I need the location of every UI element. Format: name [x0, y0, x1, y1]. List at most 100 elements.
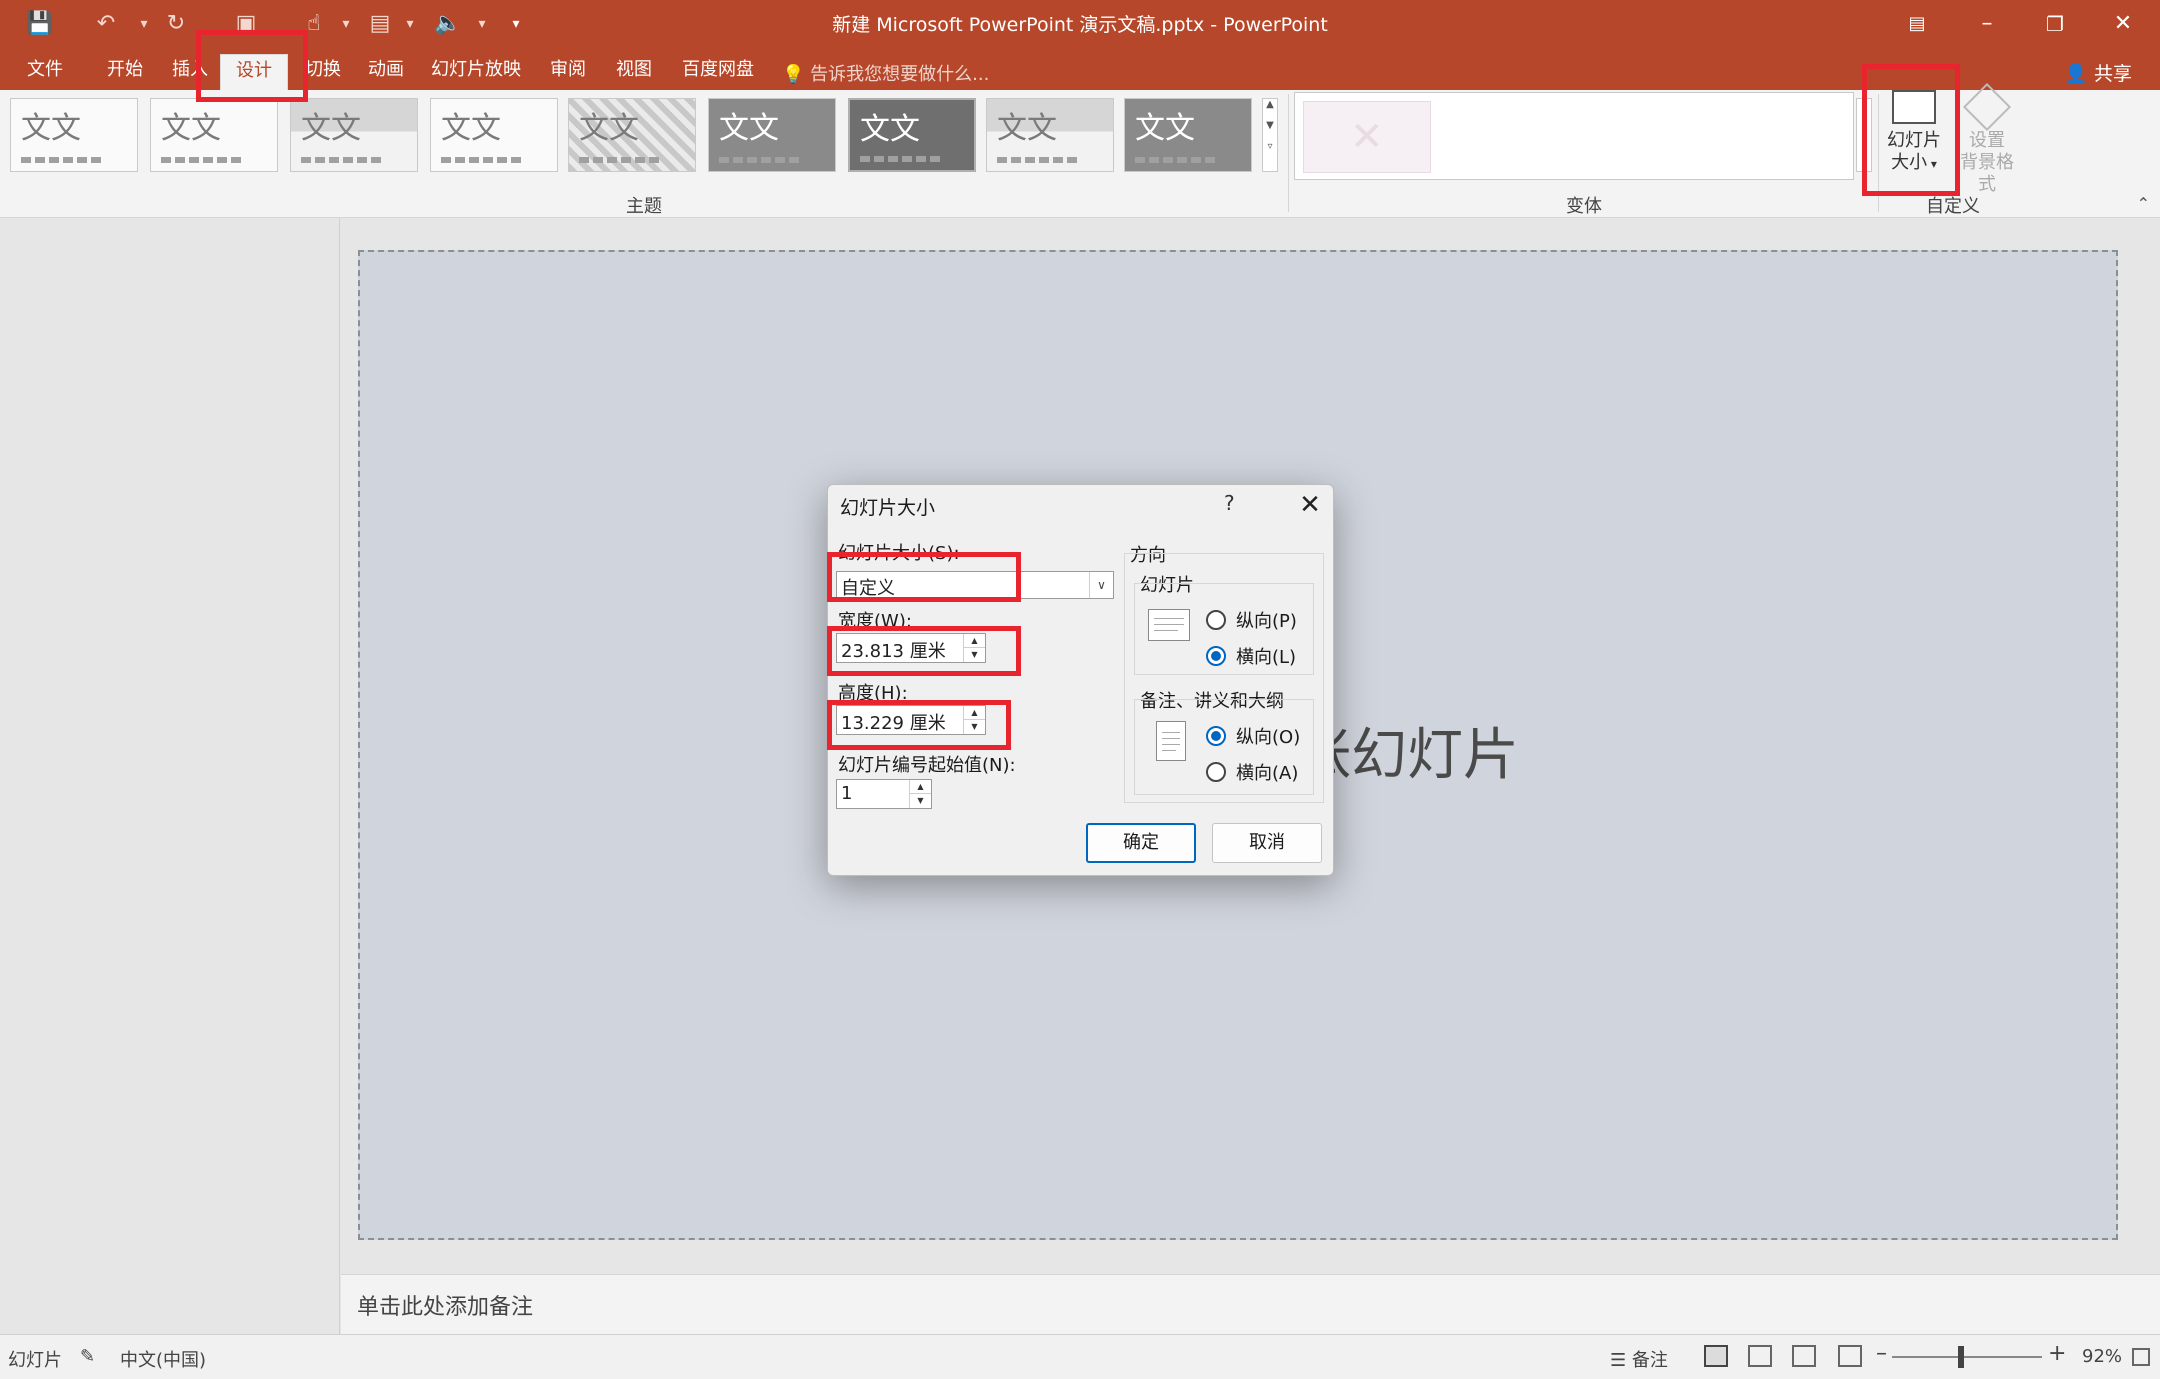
help-icon[interactable]: ?	[1224, 491, 1235, 515]
theme-thumb-bars	[997, 157, 1077, 163]
gallery-more-icon[interactable]: ▿	[1263, 141, 1277, 152]
theme-thumb-5[interactable]: 文文	[568, 98, 696, 172]
slideshow-view-icon[interactable]	[1838, 1345, 1862, 1367]
spinner-buttons: ▲ ▼	[909, 780, 931, 808]
tab-slideshow[interactable]: 幻灯片放映	[424, 54, 528, 90]
start-number-value: 1	[841, 783, 853, 804]
radio-button[interactable]	[1206, 610, 1226, 630]
theme-gallery-scroll[interactable]: ▲ ▼ ▿	[1262, 98, 1278, 172]
slides-portrait-radio[interactable]: 纵向(P)	[1206, 607, 1297, 633]
variants-gallery[interactable]: ✕	[1294, 92, 1854, 180]
tab-animations[interactable]: 动画	[358, 54, 414, 90]
start-number-spinner[interactable]: 1 ▲ ▼	[836, 779, 932, 809]
zoom-in-icon[interactable]: +	[2048, 1341, 2066, 1366]
zoom-level[interactable]: 92%	[2082, 1346, 2122, 1367]
page-line	[1162, 750, 1176, 751]
scroll-down-icon[interactable]: ▼	[1263, 120, 1277, 131]
close-window-icon[interactable]: ✕	[2090, 0, 2156, 48]
share-button[interactable]: 👤 共享	[2064, 59, 2132, 86]
theme-thumb-bars	[441, 157, 521, 163]
status-bar: 幻灯片 ✎ 中文(中国) ☰ 备注 – + 92%	[0, 1334, 2160, 1379]
zoom-slider-thumb[interactable]	[1958, 1346, 1964, 1368]
tab-review[interactable]: 审阅	[540, 54, 596, 90]
tab-baidu-netdisk[interactable]: 百度网盘	[672, 54, 764, 90]
notes-toggle[interactable]: ☰ 备注	[1610, 1346, 1668, 1372]
tab-file[interactable]: 文件	[14, 54, 76, 90]
collapse-ribbon-icon[interactable]: ⌃	[2137, 194, 2150, 213]
spin-up-icon[interactable]: ▲	[910, 780, 931, 794]
theme-thumb-bars	[21, 157, 101, 163]
tab-transitions[interactable]: 切换	[296, 54, 350, 90]
theme-thumb-office[interactable]: 文文	[10, 98, 138, 172]
minimize-icon[interactable]: –	[1954, 0, 2020, 48]
reading-view-icon[interactable]	[1792, 1345, 1816, 1367]
landscape-page-icon	[1148, 609, 1190, 641]
slides-landscape-label: 横向(L)	[1236, 647, 1297, 668]
theme-thumb-8[interactable]: 文文	[986, 98, 1114, 172]
notes-pane[interactable]: 单击此处添加备注	[341, 1274, 2160, 1334]
theme-thumb-4[interactable]: 文文	[430, 98, 558, 172]
language-indicator[interactable]: 中文(中国)	[120, 1346, 206, 1372]
notes-portrait-radio[interactable]: 纵向(O)	[1206, 723, 1300, 749]
theme-thumb-7[interactable]: 文文	[848, 98, 976, 172]
slide-size-button[interactable]: 幻灯片 大小 ▾	[1882, 90, 1946, 175]
share-label: 共享	[2093, 63, 2132, 85]
theme-thumb-2[interactable]: 文文	[150, 98, 278, 172]
spin-down-icon[interactable]: ▼	[964, 648, 985, 662]
page-line	[1162, 732, 1180, 733]
tab-design[interactable]: 设计	[220, 54, 288, 90]
spin-down-icon[interactable]: ▼	[910, 794, 931, 808]
close-icon[interactable]: ✕	[1288, 485, 1332, 525]
placeholder-x-icon: ✕	[1350, 114, 1384, 160]
scroll-up-icon[interactable]: ▲	[1263, 99, 1277, 110]
theme-thumb-text: 文文	[860, 112, 920, 147]
spin-up-icon[interactable]: ▲	[964, 634, 985, 648]
theme-thumb-3[interactable]: 文文	[290, 98, 418, 172]
zoom-out-icon[interactable]: –	[1876, 1341, 1887, 1366]
fit-to-window-icon[interactable]	[2132, 1348, 2150, 1366]
slide-sorter-view-icon[interactable]	[1748, 1345, 1772, 1367]
theme-thumb-text: 文文	[161, 111, 221, 146]
spellcheck-icon[interactable]: ✎	[80, 1346, 95, 1367]
normal-view-icon[interactable]	[1704, 1345, 1728, 1367]
slide-size-dialog: 幻灯片大小 ? ✕ 幻灯片大小(S): 自定义 ∨ 宽度(W): 23.813 …	[827, 484, 1334, 876]
width-spinner[interactable]: 23.813 厘米 ▲ ▼	[836, 633, 986, 663]
variants-gallery-scroll[interactable]	[1856, 98, 1872, 172]
paint-bucket-icon	[1962, 82, 2012, 132]
restore-icon[interactable]: ❐	[2022, 0, 2088, 48]
theme-thumb-text: 文文	[579, 111, 639, 146]
zoom-slider-track[interactable]	[1892, 1356, 2042, 1358]
tab-view[interactable]: 视图	[606, 54, 662, 90]
radio-button[interactable]	[1206, 762, 1226, 782]
radio-button-selected[interactable]	[1206, 646, 1226, 666]
slide-size-select[interactable]: 自定义 ∨	[836, 571, 1114, 599]
tab-home[interactable]: 开始	[96, 54, 154, 90]
page-line	[1162, 738, 1180, 739]
ribbon-separator	[1288, 94, 1289, 212]
start-number-label: 幻灯片编号起始值(N):	[838, 755, 1016, 776]
spin-down-icon[interactable]: ▼	[964, 720, 985, 734]
theme-thumb-9[interactable]: 文文	[1124, 98, 1252, 172]
width-label: 宽度(W):	[838, 611, 912, 632]
ribbon-display-options-icon[interactable]: ▤	[1884, 0, 1950, 48]
chevron-down-icon[interactable]: ∨	[1089, 572, 1113, 598]
format-background-button[interactable]: 设置 背景格式	[1952, 82, 2022, 196]
theme-thumb-text: 文文	[21, 111, 81, 146]
bg-format-label-1: 设置	[1969, 130, 2005, 151]
theme-thumb-6[interactable]: 文文	[708, 98, 836, 172]
height-spinner[interactable]: 13.229 厘米 ▲ ▼	[836, 705, 986, 735]
radio-button-selected[interactable]	[1206, 726, 1226, 746]
tab-insert[interactable]: 插入	[162, 54, 218, 90]
variant-thumb[interactable]: ✕	[1303, 101, 1431, 173]
slides-landscape-radio[interactable]: 横向(L)	[1206, 643, 1296, 669]
notes-landscape-radio[interactable]: 横向(A)	[1206, 759, 1298, 785]
window-title: 新建 Microsoft PowerPoint 演示文稿.pptx - Powe…	[832, 14, 1328, 36]
cancel-button[interactable]: 取消	[1212, 823, 1322, 863]
theme-thumb-bars	[719, 157, 799, 163]
ok-button[interactable]: 确定	[1086, 823, 1196, 863]
spin-up-icon[interactable]: ▲	[964, 706, 985, 720]
slide-thumbnail-pane[interactable]	[0, 218, 340, 1334]
notes-landscape-label: 横向(A)	[1236, 763, 1299, 784]
tell-me-search[interactable]: 💡 告诉我您想要做什么...	[782, 60, 989, 86]
page-line	[1154, 618, 1184, 619]
